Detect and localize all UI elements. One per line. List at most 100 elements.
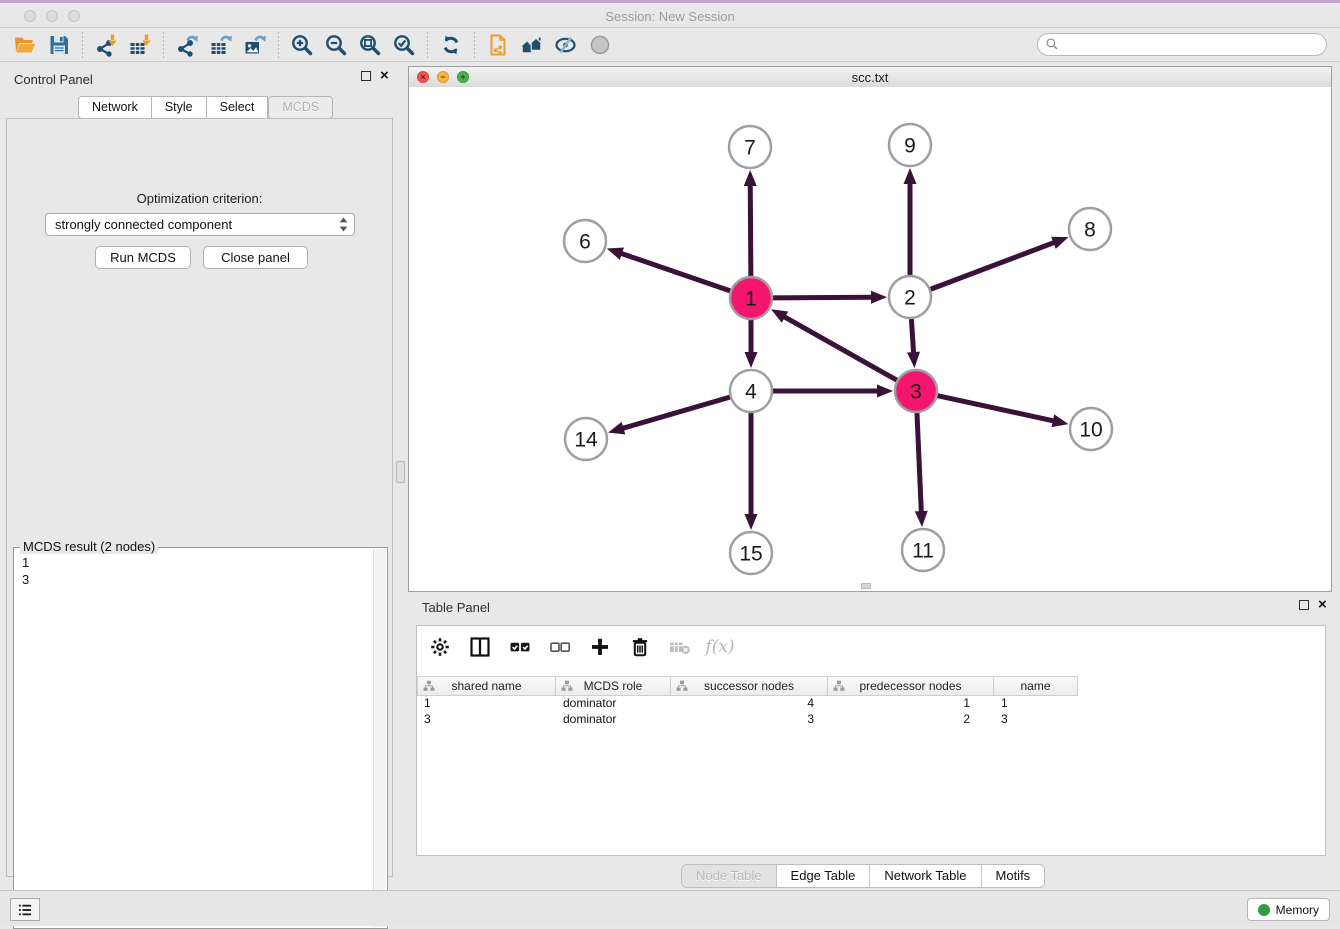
refresh-icon[interactable] — [434, 31, 468, 59]
status-bar: Memory — [0, 890, 1340, 926]
table-row[interactable]: 3dominator323 — [417, 712, 1078, 728]
tab-style[interactable]: Style — [152, 96, 207, 119]
import-network-icon[interactable] — [89, 31, 123, 59]
tab-node-table[interactable]: Node Table — [682, 865, 776, 887]
edge-1-7[interactable] — [744, 170, 757, 276]
table-cell[interactable]: 4 — [671, 696, 828, 712]
panel-splitter-handle[interactable] — [396, 461, 405, 483]
node-10[interactable]: 10 — [1070, 408, 1112, 450]
zoom-selected-icon[interactable] — [387, 31, 421, 59]
main-toolbar — [0, 28, 1340, 62]
node-6[interactable]: 6 — [564, 220, 606, 262]
select-all-icon[interactable] — [507, 634, 533, 660]
tab-network-table[interactable]: Network Table — [869, 865, 980, 887]
export-table-icon[interactable] — [204, 31, 238, 59]
memory-button[interactable]: Memory — [1247, 898, 1330, 921]
criterion-dropdown[interactable]: strongly connected component — [45, 213, 355, 236]
edge-2-3[interactable] — [907, 319, 920, 368]
edge-1-2[interactable] — [773, 291, 887, 304]
edge-4-3[interactable] — [773, 385, 893, 398]
tab-edge-table[interactable]: Edge Table — [776, 865, 870, 887]
export-network-icon[interactable] — [170, 31, 204, 59]
node-11[interactable]: 11 — [902, 529, 944, 571]
table-cell[interactable]: 3 — [671, 712, 828, 728]
tab-motifs[interactable]: Motifs — [981, 865, 1045, 887]
table-toolbar: f(x) — [427, 634, 733, 660]
table-row[interactable]: 1dominator411 — [417, 696, 1078, 712]
edge-3-1[interactable] — [771, 309, 897, 380]
zoom-out-icon[interactable] — [319, 31, 353, 59]
table-cell[interactable]: 3 — [994, 712, 1078, 728]
hide-panels-icon[interactable] — [549, 31, 583, 59]
add-icon[interactable] — [587, 634, 613, 660]
table-cell[interactable]: 1 — [417, 696, 556, 712]
table-cell[interactable]: 2 — [828, 712, 994, 728]
close-table-panel-icon[interactable]: × — [1318, 600, 1327, 610]
zoom-fit-icon[interactable] — [353, 31, 387, 59]
edge-2-8[interactable] — [931, 237, 1069, 290]
network-view-title: scc.txt — [409, 70, 1331, 85]
import-table-icon[interactable] — [123, 31, 157, 59]
column-header-MCDS-role[interactable]: MCDS role — [556, 676, 671, 696]
network-file-icon[interactable] — [481, 31, 515, 59]
window-titlebar: Session: New Session — [0, 0, 1340, 28]
node-1[interactable]: 1 — [730, 277, 772, 319]
node-3[interactable]: 3 — [895, 370, 937, 412]
control-panel-tabs: NetworkStyleSelectMCDS — [78, 96, 333, 119]
table-cell[interactable]: 3 — [417, 712, 556, 728]
tab-select[interactable]: Select — [207, 96, 269, 119]
column-header-name[interactable]: name — [994, 676, 1078, 696]
optimization-criterion-label: Optimization criterion: — [7, 191, 392, 206]
column-header-shared-name[interactable]: shared name — [417, 676, 556, 696]
network-window-titlebar[interactable]: × − + scc.txt — [409, 67, 1331, 88]
edge-3-11[interactable] — [915, 413, 928, 527]
node-label: 15 — [739, 543, 762, 566]
edge-1-4[interactable] — [745, 320, 758, 368]
tab-network[interactable]: Network — [78, 96, 152, 119]
column-header-successor-nodes[interactable]: successor nodes — [671, 676, 828, 696]
search-box — [1037, 33, 1327, 56]
export-image-icon[interactable] — [238, 31, 272, 59]
home-icon[interactable] — [515, 31, 549, 59]
node-14[interactable]: 14 — [565, 418, 607, 460]
table-cell[interactable]: dominator — [556, 696, 671, 712]
table-panel-title: Table Panel — [422, 600, 490, 615]
node-15[interactable]: 15 — [730, 532, 772, 574]
result-scrollbar[interactable] — [373, 549, 386, 927]
node-label: 7 — [744, 137, 756, 160]
edge-2-9[interactable] — [904, 168, 917, 275]
node-8[interactable]: 8 — [1069, 208, 1111, 250]
node-label: 2 — [904, 287, 916, 310]
node-4[interactable]: 4 — [730, 370, 772, 412]
table-cell[interactable]: 1 — [994, 696, 1078, 712]
table-cell[interactable]: 1 — [828, 696, 994, 712]
zoom-in-icon[interactable] — [285, 31, 319, 59]
table-cell[interactable]: dominator — [556, 712, 671, 728]
dropdown-stepper-icon — [339, 217, 354, 232]
node-9[interactable]: 9 — [889, 124, 931, 166]
float-panel-icon[interactable] — [361, 71, 371, 81]
edge-1-6[interactable] — [607, 248, 730, 291]
close-panel-icon[interactable]: × — [380, 71, 389, 81]
sphere-icon[interactable] — [583, 31, 617, 59]
float-table-panel-icon[interactable] — [1299, 600, 1309, 610]
open-session-icon[interactable] — [8, 31, 42, 59]
edge-4-14[interactable] — [608, 397, 730, 434]
search-input[interactable] — [1037, 33, 1327, 56]
trash-icon[interactable] — [627, 634, 653, 660]
unselect-all-icon[interactable] — [547, 634, 573, 660]
gear-icon[interactable] — [427, 634, 453, 660]
node-7[interactable]: 7 — [729, 126, 771, 168]
run-mcds-button[interactable]: Run MCDS — [95, 246, 191, 269]
network-canvas[interactable]: 7 9 6 8 1 2 4 3 14 10 15 11 — [409, 87, 1331, 591]
tab-mcds[interactable]: MCDS — [268, 96, 333, 119]
node-2[interactable]: 2 — [889, 276, 931, 318]
canvas-grip[interactable] — [861, 583, 871, 589]
edge-4-15[interactable] — [745, 413, 758, 530]
column-header-predecessor-nodes[interactable]: predecessor nodes — [828, 676, 994, 696]
task-history-button[interactable] — [10, 898, 40, 921]
save-session-icon[interactable] — [42, 31, 76, 59]
columns-icon[interactable] — [467, 634, 493, 660]
close-panel-button[interactable]: Close panel — [203, 246, 308, 269]
edge-3-10[interactable] — [937, 396, 1068, 427]
